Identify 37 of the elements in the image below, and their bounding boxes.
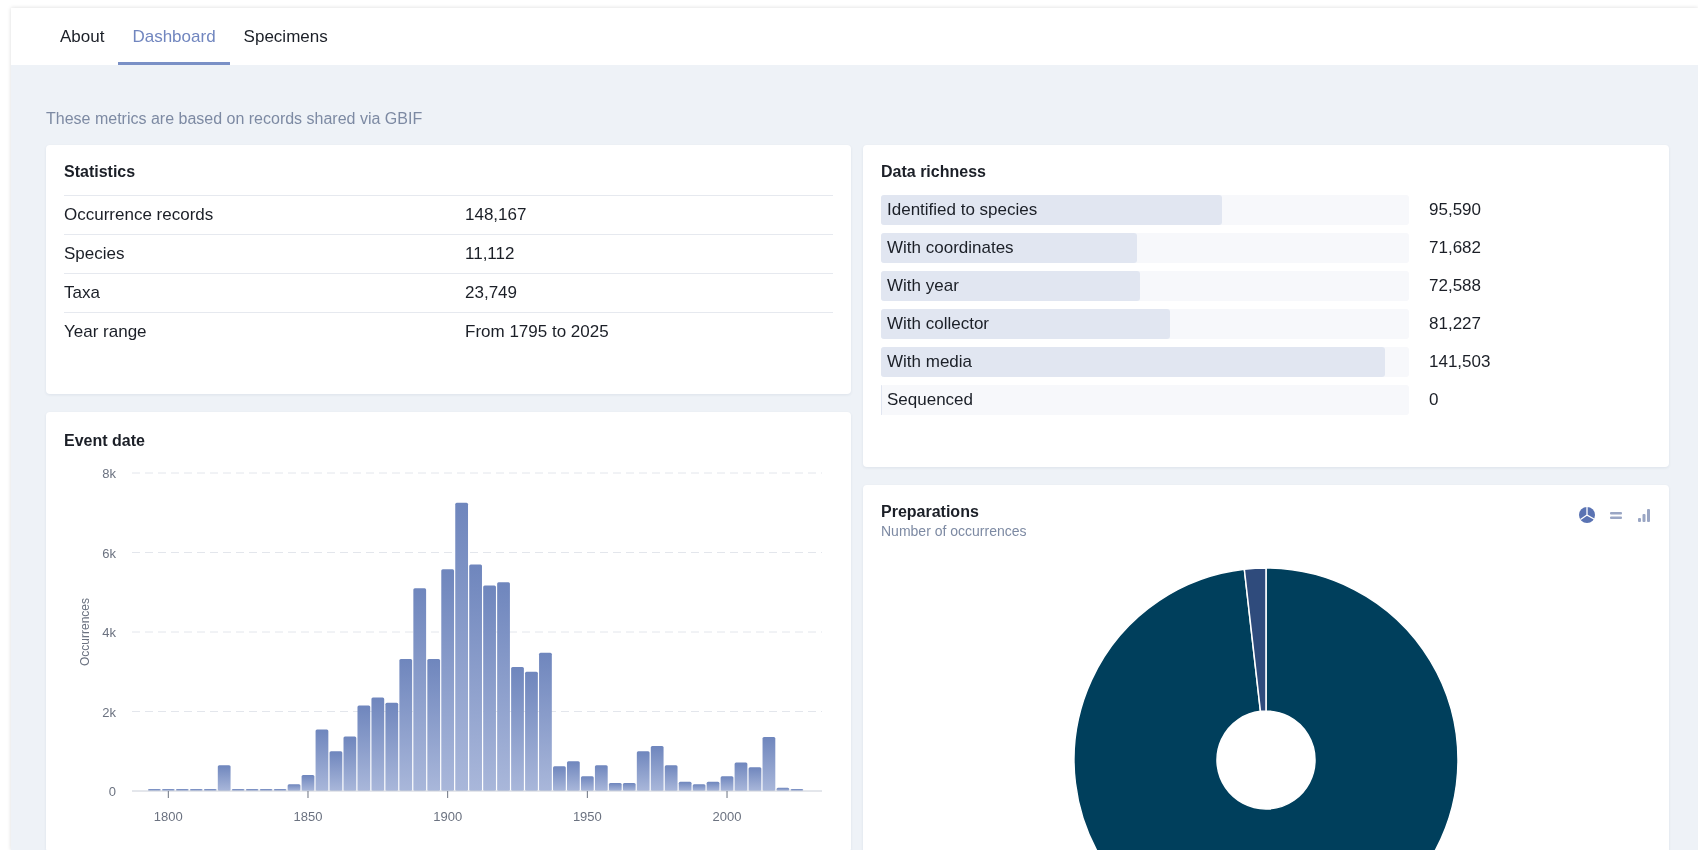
- richness-value: 141,503: [1429, 352, 1492, 372]
- stat-label: Year range: [64, 322, 148, 342]
- stat-value: 11,112: [465, 244, 516, 264]
- x-tick-label: 1800: [153, 809, 183, 824]
- x-tick-label: 2000: [712, 809, 742, 824]
- stat-label: Occurrence records: [64, 205, 215, 225]
- richness-value: 95,590: [1429, 200, 1482, 220]
- y-axis-title: Occurrences: [78, 598, 92, 666]
- x-tick-label: 1950: [572, 809, 602, 824]
- stat-value: From 1795 to 2025: [465, 322, 610, 342]
- stat-label: Taxa: [64, 283, 101, 303]
- card-subtitle: Number of occurrences: [881, 523, 1027, 539]
- x-tick-label: 1900: [433, 809, 463, 824]
- y-tick-label: 8k: [102, 466, 116, 481]
- card-title: Preparations: [881, 503, 979, 521]
- richness-value: 0: [1429, 390, 1440, 410]
- stat-label: Species: [64, 244, 126, 264]
- x-tick-label: 1850: [293, 809, 323, 824]
- stat-value: 23,749: [465, 283, 518, 303]
- y-tick-label: 6k: [102, 545, 116, 561]
- richness-label: With collector: [887, 313, 990, 335]
- richness-value: 81,227: [1429, 314, 1482, 334]
- richness-label: With media: [887, 351, 973, 373]
- richness-label: With year: [887, 275, 959, 297]
- intro-text: These metrics are based on records shared via GBIF: [46, 110, 424, 128]
- card-title: Event date: [64, 432, 145, 450]
- richness-value: 71,682: [1429, 238, 1482, 258]
- card-title: Statistics: [64, 163, 136, 181]
- richness-label: With coordinates: [887, 237, 1014, 259]
- y-tick-label: 4k: [102, 625, 116, 640]
- richness-value: 72,588: [1429, 276, 1482, 296]
- y-tick-label: 0: [108, 784, 116, 799]
- richness-label: Identified to species: [887, 199, 1038, 221]
- y-tick-label: 2k: [102, 704, 116, 720]
- card-title: Data richness: [881, 163, 986, 181]
- stat-value: 148,167: [465, 205, 528, 225]
- richness-label: Sequenced: [887, 389, 974, 411]
